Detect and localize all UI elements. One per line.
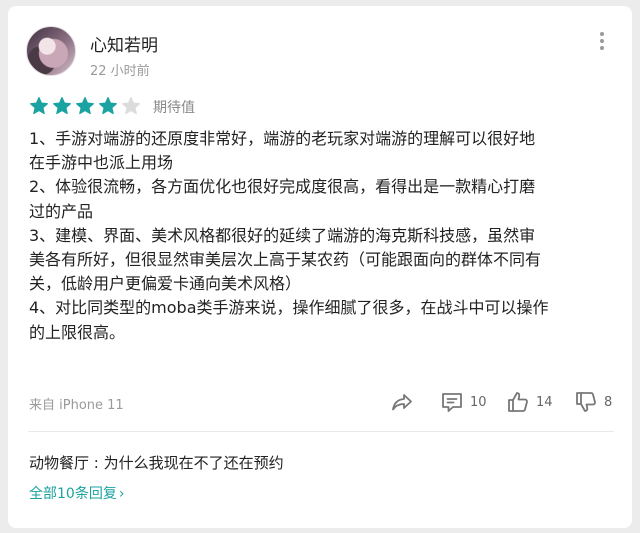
device-label: 来自 iPhone 11: [29, 398, 124, 413]
comment-button[interactable]: 10: [440, 390, 487, 414]
review-line: 关，低龄用户更偏爱卡通向美术风格）: [29, 274, 302, 294]
review-text: 1、手游对端游的还原度非常好，端游的老玩家对端游的理解可以很好地 在手游中也派上…: [29, 127, 613, 345]
rating-label: 期待值: [153, 100, 195, 116]
like-button[interactable]: 14: [506, 390, 553, 414]
review-line: 美各有所好，但很显然审美层次上高于某农药（可能跟面向的群体不同有: [29, 250, 542, 270]
reply-preview[interactable]: 动物餐厅 : 为什么我现在不了还在预约: [29, 452, 284, 473]
share-button[interactable]: [390, 390, 414, 414]
like-count: 14: [536, 394, 553, 410]
review-line: 4、对比同类型的moba类手游来说，操作细腻了很多，在战斗中可以操作: [29, 298, 549, 318]
star-filled-icon: [53, 97, 71, 115]
star-filled-icon: [99, 97, 117, 115]
post-time: 22 小时前: [90, 64, 150, 79]
chevron-right-icon: ›: [118, 486, 125, 502]
comment-icon: [442, 393, 462, 412]
author-name[interactable]: 心知若明: [90, 31, 158, 56]
review-line: 在手游中也派上用场: [29, 153, 174, 173]
share-icon: [392, 394, 412, 411]
avatar[interactable]: [26, 26, 76, 76]
star-rating: [29, 96, 141, 116]
review-line: 过的产品: [29, 201, 94, 221]
all-replies-label: 全部10条回复: [29, 486, 117, 502]
star-filled-icon: [76, 97, 94, 115]
star-filled-icon: [30, 97, 48, 115]
more-options-icon[interactable]: [598, 32, 606, 52]
thumbs-down-icon: [576, 392, 596, 412]
divider: [28, 431, 614, 432]
dislike-button[interactable]: 8: [574, 390, 612, 414]
comment-count: 10: [470, 394, 487, 410]
review-line: 1、手游对端游的还原度非常好，端游的老玩家对端游的理解可以很好地: [29, 129, 536, 148]
dislike-count: 8: [604, 394, 613, 410]
star-empty-icon: [122, 97, 140, 115]
review-line: 3、建模、界面、美术风格都很好的延续了端游的海克斯科技感，虽然审: [29, 225, 536, 245]
review-line: 的上限很高。: [29, 322, 126, 342]
review-line: 2、体验很流畅，各方面优化也很好完成度很高，看得出是一款精心打磨: [29, 177, 536, 197]
all-replies-link[interactable]: 全部10条回复 ›: [29, 483, 124, 503]
thumbs-up-icon: [508, 392, 528, 412]
